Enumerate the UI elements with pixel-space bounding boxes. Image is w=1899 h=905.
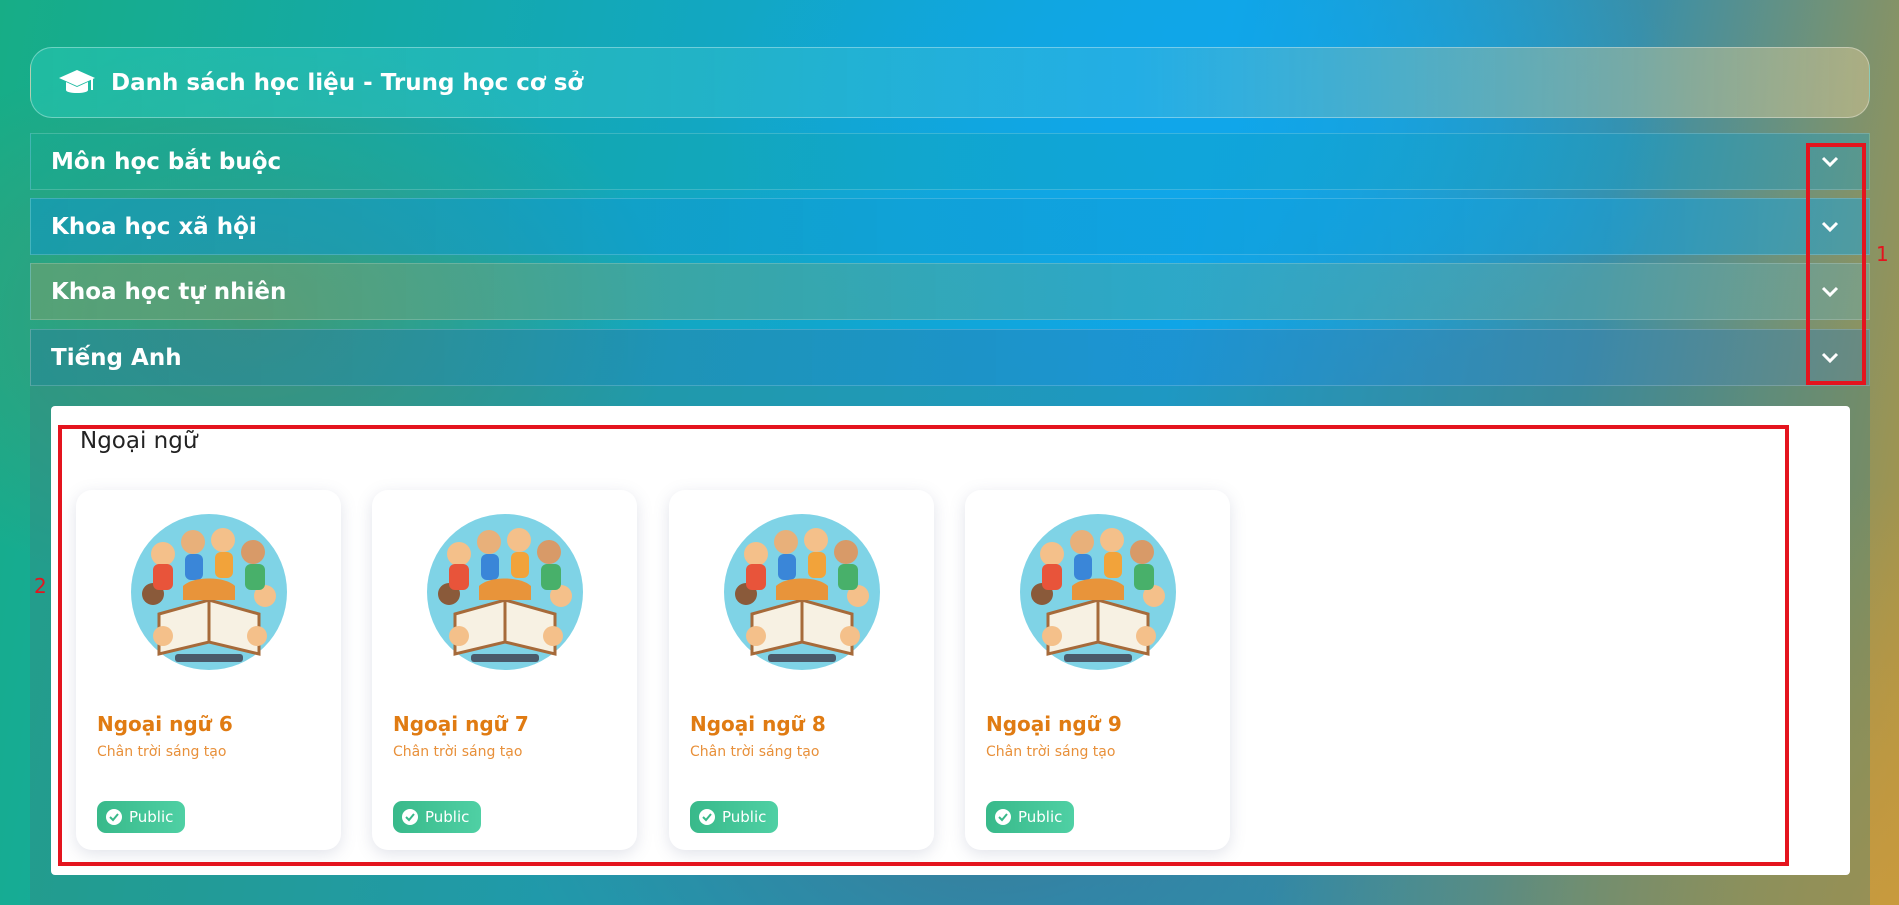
accordion-label: Tiếng Anh [51,344,182,371]
graduation-cap-icon [59,69,95,93]
accordion-label: Khoa học xã hội [51,213,257,240]
annotation-box-1 [1806,143,1866,385]
accordion-label: Khoa học tự nhiên [51,278,287,305]
accordion-mon-hoc-bat-buoc[interactable]: Môn học bắt buộc [30,133,1870,190]
annotation-box-2 [58,425,1789,866]
page-title: Danh sách học liệu - Trung học cơ sở [111,69,584,96]
page-header: Danh sách học liệu - Trung học cơ sở [30,47,1870,118]
accordion-khoa-hoc-xa-hoi[interactable]: Khoa học xã hội [30,198,1870,255]
annotation-label-1: 1 [1876,242,1889,266]
annotation-label-2: 2 [34,574,47,598]
accordion-tieng-anh[interactable]: Tiếng Anh [30,329,1870,386]
accordion-khoa-hoc-tu-nhien[interactable]: Khoa học tự nhiên [30,263,1870,320]
accordion-label: Môn học bắt buộc [51,148,282,175]
